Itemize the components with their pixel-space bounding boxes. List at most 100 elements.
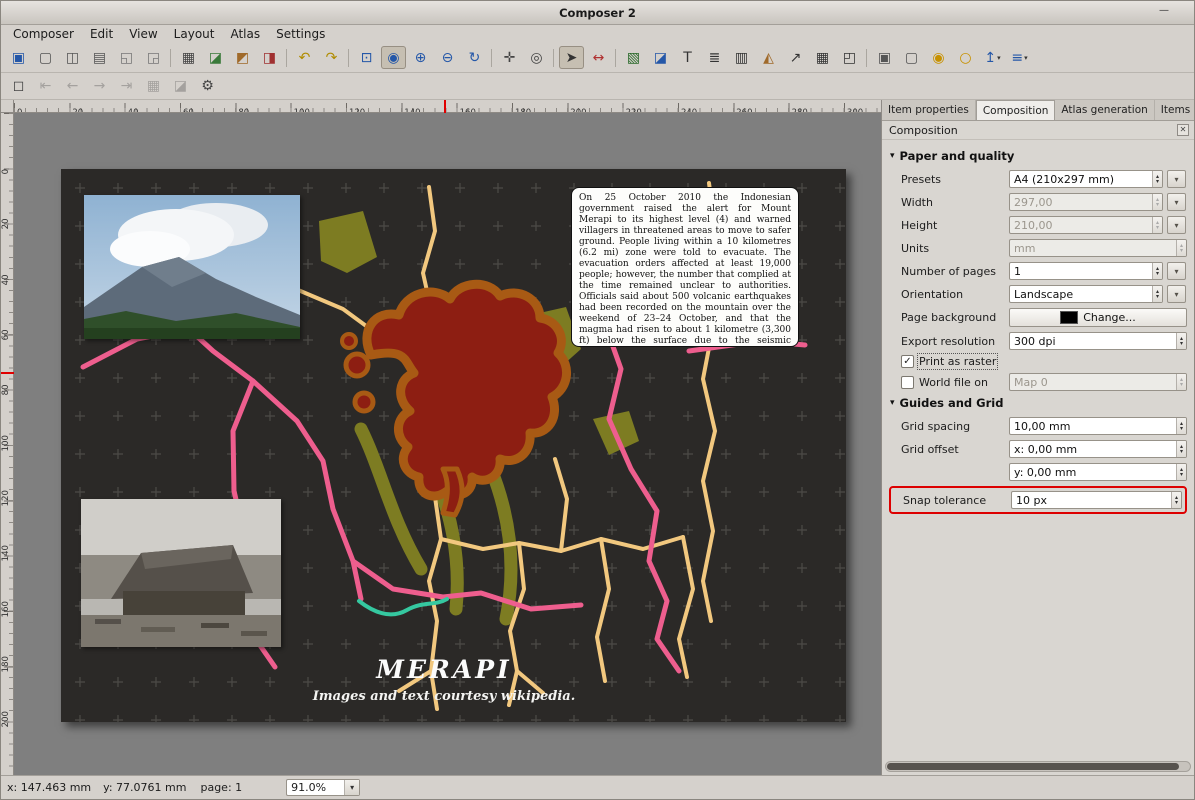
- map-subtitle-label[interactable]: Images and text courtesy wikipedia.: [244, 689, 644, 704]
- menu-item[interactable]: Edit: [82, 26, 121, 42]
- titlebar[interactable]: Composer 2 —: [1, 1, 1194, 25]
- export-as-pdf-button[interactable]: ◨: [257, 46, 282, 69]
- raise-items-button[interactable]: ↥▾: [980, 46, 1005, 69]
- grid-offset-x-spinbox[interactable]: x: 0,00 mm ▴▾: [1009, 440, 1187, 458]
- duplicate-composition-button[interactable]: ◫: [60, 46, 85, 69]
- snap-tolerance-spinbox[interactable]: 10 px ▴▾: [1011, 491, 1182, 509]
- redo-button[interactable]: ↷: [319, 46, 344, 69]
- zoom-dropdown-arrow-icon[interactable]: ▾: [344, 780, 359, 795]
- data-defined-override-button[interactable]: ▾: [1167, 170, 1186, 188]
- spinner-arrows-icon[interactable]: ▴▾: [1176, 418, 1186, 434]
- refresh-view-button[interactable]: ↻: [462, 46, 487, 69]
- print-atlas-button[interactable]: ▦: [141, 75, 166, 98]
- add-scalebar-button[interactable]: ▥: [729, 46, 754, 69]
- add-attribute-table-button[interactable]: ▦: [810, 46, 835, 69]
- composition-canvas[interactable]: 0204060801001201401601802002202402602803…: [1, 100, 881, 775]
- add-image-button[interactable]: ◪: [648, 46, 673, 69]
- atlas-next-feature-button[interactable]: →: [87, 75, 112, 98]
- menu-item[interactable]: Layout: [166, 26, 223, 42]
- select-move-item-button[interactable]: ➤: [559, 46, 584, 69]
- minimize-button[interactable]: —: [1156, 5, 1172, 19]
- spinner-arrows-icon: ▴▾: [1152, 217, 1162, 233]
- menu-item[interactable]: Settings: [268, 26, 333, 42]
- zoom-out-button[interactable]: ⊖: [435, 46, 460, 69]
- zoom-full-button[interactable]: ⊡: [354, 46, 379, 69]
- export-resolution-spinbox[interactable]: 300 dpi ▴▾: [1009, 332, 1187, 350]
- save-as-template-button[interactable]: ◲: [141, 46, 166, 69]
- zoom-tool-button[interactable]: ◎: [524, 46, 549, 69]
- spinner-arrows-icon[interactable]: ▴▾: [1176, 441, 1186, 457]
- move-item-content-button[interactable]: ↔: [586, 46, 611, 69]
- merapi-volcano-photo[interactable]: [84, 195, 300, 339]
- grid-offset-y-spinbox[interactable]: y: 0,00 mm ▴▾: [1009, 463, 1187, 481]
- lock-items-button[interactable]: ◉: [926, 46, 951, 69]
- load-from-template-button[interactable]: ◱: [114, 46, 139, 69]
- atlas-last-feature-button[interactable]: ⇥: [114, 75, 139, 98]
- tab-items[interactable]: Items: [1155, 100, 1194, 120]
- spinner-arrows-icon[interactable]: ▴▾: [1152, 263, 1162, 279]
- composition-page[interactable]: On 25 October 2010 the Indonesian govern…: [61, 169, 846, 722]
- export-as-image-button[interactable]: ◪: [203, 46, 228, 69]
- add-label-button[interactable]: T: [675, 46, 700, 69]
- print-as-raster-checkbox[interactable]: ✓ Print as raster: [901, 355, 1187, 368]
- align-items-button[interactable]: ≡▾: [1007, 46, 1032, 69]
- preview-atlas-button[interactable]: ◻: [6, 75, 31, 98]
- number-of-pages-spinbox[interactable]: 1 ▴▾: [1009, 262, 1163, 280]
- tab-atlas-generation[interactable]: Atlas generation: [1055, 100, 1154, 120]
- zoom-level-combo[interactable]: 91.0% ▾: [286, 779, 360, 796]
- page-background-change-button[interactable]: Change...: [1009, 308, 1187, 327]
- grid-offset-y-row: y: 0,00 mm ▴▾: [901, 463, 1187, 481]
- export-atlas-button[interactable]: ◪: [168, 75, 193, 98]
- add-legend-button[interactable]: ≣: [702, 46, 727, 69]
- unlock-items-button[interactable]: ○: [953, 46, 978, 69]
- orientation-combo[interactable]: Landscape ▴▾: [1009, 285, 1163, 303]
- destroyed-house-photo[interactable]: [81, 499, 281, 647]
- raise-items-button-dropdown[interactable]: ▾: [997, 54, 1001, 62]
- menu-item[interactable]: Composer: [5, 26, 82, 42]
- world-file-checkbox[interactable]: World file on: [901, 376, 1005, 389]
- menu-item[interactable]: View: [121, 26, 165, 42]
- text-callout-item[interactable]: On 25 October 2010 the Indonesian govern…: [571, 187, 799, 347]
- add-shape-button[interactable]: ◭: [756, 46, 781, 69]
- composer-manager-button[interactable]: ▤: [87, 46, 112, 69]
- grid-offset-x-value: x: 0,00 mm: [1014, 443, 1176, 456]
- panel-horizontal-scrollbar[interactable]: [885, 761, 1191, 772]
- section-guides-and-grid[interactable]: ▾ Guides and Grid: [890, 396, 1187, 410]
- data-defined-override-button[interactable]: ▾: [1167, 193, 1186, 211]
- section-paper-and-quality[interactable]: ▾ Paper and quality: [890, 149, 1187, 163]
- grid-spacing-spinbox[interactable]: 10,00 mm ▴▾: [1009, 417, 1187, 435]
- undo-button[interactable]: ↶: [292, 46, 317, 69]
- atlas-settings-button[interactable]: ⚙: [195, 75, 220, 98]
- add-html-frame-button[interactable]: ◰: [837, 46, 862, 69]
- map-title-label[interactable]: MERAPI: [244, 655, 644, 684]
- group-items-button[interactable]: ▣: [872, 46, 897, 69]
- data-defined-override-button[interactable]: ▾: [1167, 285, 1186, 303]
- tab-composition[interactable]: Composition: [976, 100, 1056, 121]
- add-arrow-button[interactable]: ↗: [783, 46, 808, 69]
- save-project-button[interactable]: ▣: [6, 46, 31, 69]
- spinner-arrows-icon[interactable]: ▴▾: [1176, 333, 1186, 349]
- spinner-arrows-icon[interactable]: ▴▾: [1176, 464, 1186, 480]
- combo-arrows-icon[interactable]: ▴▾: [1152, 171, 1162, 187]
- add-new-map-button[interactable]: ▧: [621, 46, 646, 69]
- menu-item[interactable]: Atlas: [222, 26, 268, 42]
- panel-close-button[interactable]: ✕: [1177, 124, 1189, 136]
- zoom-in-button[interactable]: ⊕: [408, 46, 433, 69]
- align-items-button-dropdown[interactable]: ▾: [1024, 54, 1028, 62]
- data-defined-override-button[interactable]: ▾: [1167, 216, 1186, 234]
- atlas-first-feature-button[interactable]: ⇤: [33, 75, 58, 98]
- presets-combo[interactable]: A4 (210x297 mm) ▴▾: [1009, 170, 1163, 188]
- atlas-previous-feature-button[interactable]: ←: [60, 75, 85, 98]
- pan-tool-button[interactable]: ✛: [497, 46, 522, 69]
- new-composition-button[interactable]: ▢: [33, 46, 58, 69]
- combo-arrows-icon[interactable]: ▴▾: [1152, 286, 1162, 302]
- export-as-svg-button[interactable]: ◩: [230, 46, 255, 69]
- scrollbar-thumb[interactable]: [887, 763, 1179, 770]
- spinner-arrows-icon[interactable]: ▴▾: [1171, 492, 1181, 508]
- data-defined-override-button[interactable]: ▾: [1167, 262, 1186, 280]
- tab-item-properties[interactable]: Item properties: [882, 100, 976, 120]
- zoom-actual-size-button[interactable]: ◉: [381, 46, 406, 69]
- print-button[interactable]: ▦: [176, 46, 201, 69]
- ungroup-items-button[interactable]: ▢: [899, 46, 924, 69]
- export-atlas-button-icon: ◪: [174, 79, 187, 93]
